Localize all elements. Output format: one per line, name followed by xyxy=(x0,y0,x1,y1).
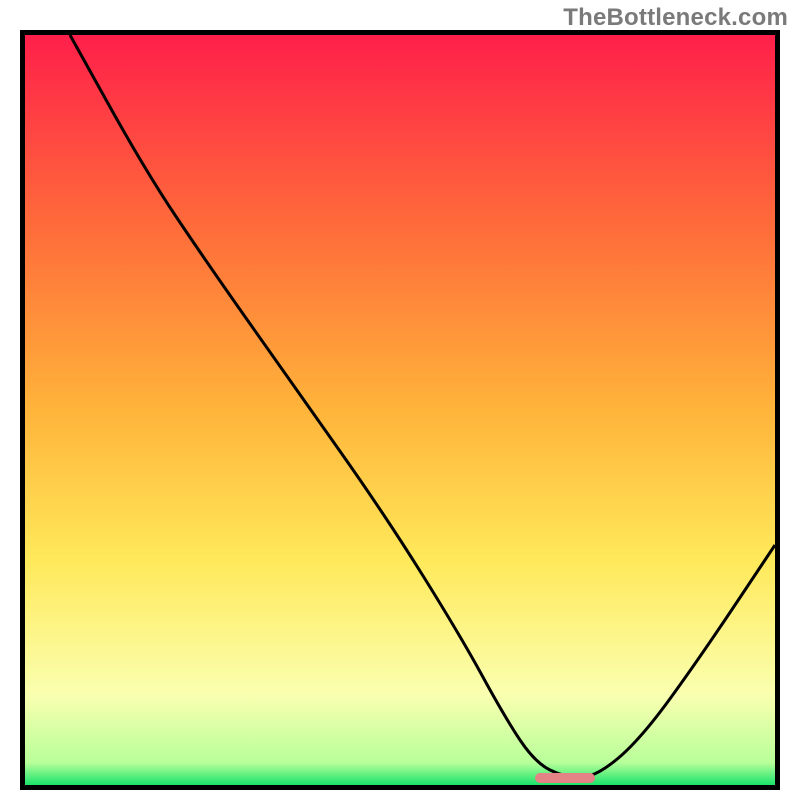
optimal-range-marker xyxy=(535,773,595,783)
plot-area xyxy=(20,30,780,790)
curve-path xyxy=(70,35,775,778)
watermark-text: TheBottleneck.com xyxy=(563,4,788,32)
bottleneck-curve xyxy=(25,35,775,785)
chart-frame: TheBottleneck.com xyxy=(0,0,800,800)
